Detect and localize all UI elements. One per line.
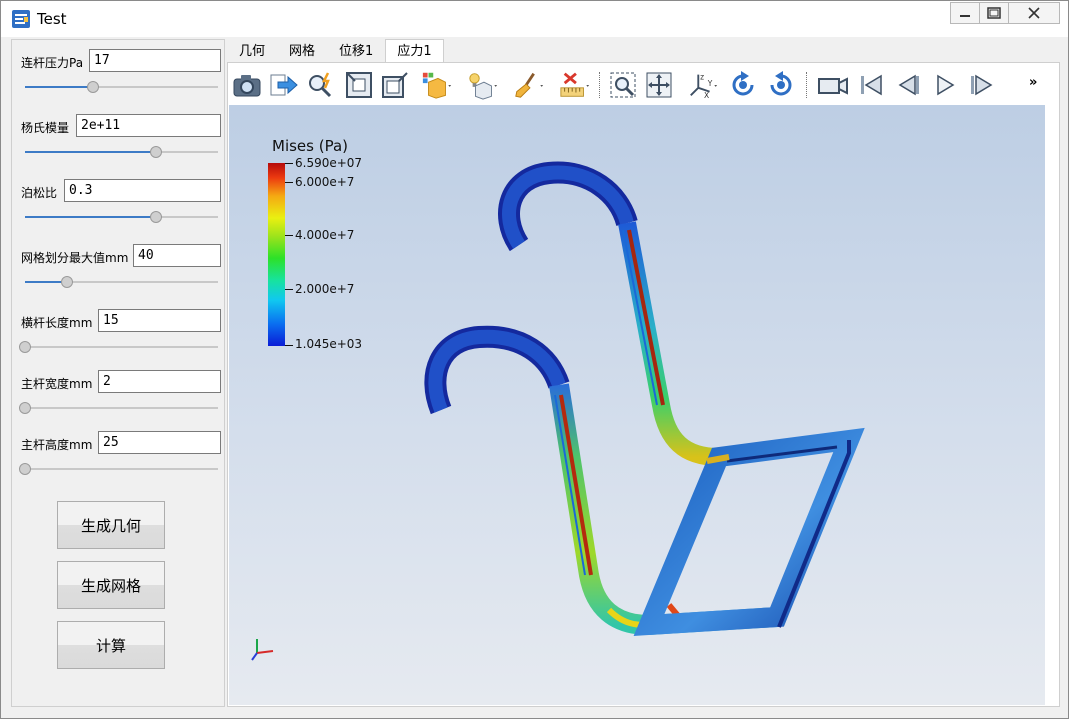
export-icon[interactable] — [267, 69, 299, 101]
rod-pressure-input[interactable]: 17 — [89, 49, 221, 72]
tab-mesh[interactable]: 网格 — [277, 39, 327, 63]
camera-icon[interactable] — [231, 69, 263, 101]
view-box-icon[interactable] — [379, 69, 411, 101]
fit-view-icon[interactable] — [343, 69, 375, 101]
param-label: 主杆宽度mm — [21, 377, 93, 391]
toolbar-separator — [806, 72, 807, 98]
restore-icon — [987, 7, 1001, 19]
param-main-rod-width: 主杆宽度mm 2 — [12, 369, 226, 429]
main-rod-width-input[interactable]: 2 — [98, 370, 221, 393]
param-label: 连杆压力Pa — [21, 56, 84, 70]
first-frame-icon[interactable] — [855, 69, 887, 101]
rotate-cw-icon[interactable] — [727, 69, 759, 101]
youngs-modulus-input[interactable]: 2e+11 — [76, 114, 221, 137]
tab-displacement[interactable]: 位移1 — [327, 39, 385, 63]
camera-record-icon[interactable] — [817, 69, 849, 101]
window-title: Test — [37, 10, 67, 28]
param-label: 横杆长度mm — [21, 316, 93, 330]
axes-triad-icon — [251, 639, 274, 661]
close-button[interactable] — [1008, 2, 1060, 24]
zoom-window-icon[interactable] — [607, 69, 639, 101]
crossbar-length-slider[interactable] — [19, 341, 218, 353]
minimize-icon — [960, 15, 970, 17]
prev-frame-icon[interactable] — [893, 69, 925, 101]
main-rod-width-slider[interactable] — [19, 402, 218, 414]
pan-icon[interactable] — [643, 69, 675, 101]
viewer-toolbar: zYX » — [229, 65, 1045, 105]
next-frame-icon[interactable] — [965, 69, 997, 101]
viewport-edge — [1047, 65, 1058, 705]
main-rod-height-input[interactable]: 25 — [98, 431, 221, 454]
param-label: 主杆高度mm — [21, 438, 93, 452]
param-crossbar-length: 横杆长度mm 15 — [12, 308, 226, 368]
param-label: 泊松比 — [21, 186, 58, 200]
parameter-panel: 连杆压力Pa 17 杨氏模量 2e+11 泊松比 0.3 网格划分最大值mm 4… — [11, 39, 225, 707]
param-rod-pressure: 连杆压力Pa 17 — [12, 48, 226, 108]
svg-text:X: X — [704, 91, 709, 100]
mesh-max-slider[interactable] — [25, 276, 218, 288]
param-label: 杨氏模量 — [21, 121, 70, 135]
query-icon[interactable] — [305, 69, 337, 101]
crossbar-length-input[interactable]: 15 — [98, 309, 221, 332]
tab-stress[interactable]: 应力1 — [385, 39, 444, 63]
generate-geometry-button[interactable]: 生成几何 — [57, 501, 165, 549]
app-window: Test 连杆压力Pa 17 杨氏模量 2e+11 泊松比 0.3 网格划分最大… — [0, 0, 1069, 719]
view-tabs: 几何 网格 位移1 应力1 — [227, 39, 444, 63]
color-display-icon[interactable] — [421, 69, 453, 101]
window-controls — [950, 2, 1060, 24]
poisson-ratio-input[interactable]: 0.3 — [64, 179, 221, 202]
tab-geometry[interactable]: 几何 — [227, 39, 277, 63]
play-icon[interactable] — [929, 69, 961, 101]
svg-text:Y: Y — [707, 79, 713, 88]
title-bar: Test — [1, 1, 1068, 37]
param-poisson-ratio: 泊松比 0.3 — [12, 178, 226, 238]
close-icon — [1028, 7, 1040, 19]
param-mesh-max: 网格划分最大值mm 40 — [12, 243, 226, 303]
stress-model — [424, 161, 865, 636]
rod-pressure-slider[interactable] — [25, 81, 218, 93]
main-rod-height-slider[interactable] — [19, 463, 218, 475]
svg-text:z: z — [700, 72, 704, 81]
app-icon — [12, 10, 30, 28]
brush-icon[interactable] — [513, 69, 545, 101]
poisson-ratio-slider[interactable] — [25, 211, 218, 223]
minimize-button[interactable] — [950, 2, 980, 24]
axes-orient-icon[interactable]: zYX — [687, 69, 719, 101]
render-mode-icon[interactable] — [467, 69, 499, 101]
param-youngs-modulus: 杨氏模量 2e+11 — [12, 113, 226, 173]
mesh-max-input[interactable]: 40 — [133, 244, 221, 267]
param-label: 网格划分最大值mm — [21, 251, 129, 265]
rotate-ccw-icon[interactable] — [765, 69, 797, 101]
toolbar-overflow-button[interactable]: » — [1029, 75, 1037, 90]
param-main-rod-height: 主杆高度mm 25 — [12, 430, 226, 490]
youngs-modulus-slider[interactable] — [25, 146, 218, 158]
ruler-clear-icon[interactable] — [559, 69, 591, 101]
toolbar-separator — [599, 72, 600, 98]
compute-button[interactable]: 计算 — [57, 621, 165, 669]
generate-mesh-button[interactable]: 生成网格 — [57, 561, 165, 609]
maximize-button[interactable] — [979, 2, 1009, 24]
3d-viewport[interactable]: Mises (Pa) 6.590e+07 6.000e+7 4.000e+7 2… — [229, 105, 1045, 705]
